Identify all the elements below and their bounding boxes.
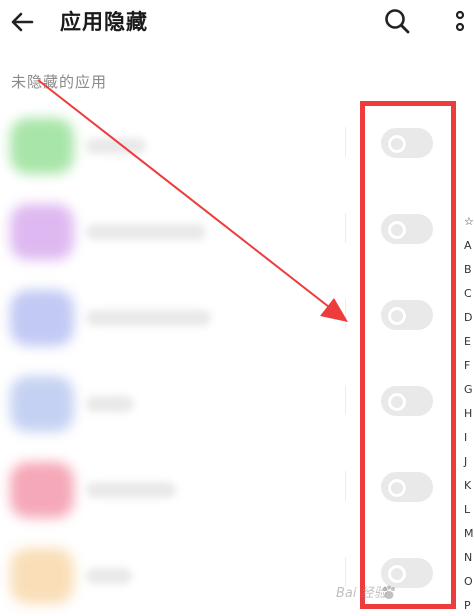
- index-letter[interactable]: G: [464, 383, 474, 397]
- index-letter[interactable]: I: [464, 431, 474, 445]
- index-letter[interactable]: E: [464, 335, 474, 349]
- section-label: 未隐藏的应用: [11, 73, 108, 91]
- hide-app-toggle[interactable]: [381, 214, 433, 244]
- app-row: [0, 444, 462, 530]
- divider: [345, 127, 346, 157]
- divider: [345, 299, 346, 329]
- paw-icon: [383, 585, 395, 599]
- hide-app-toggle[interactable]: [381, 472, 433, 502]
- toggle-knob: [388, 135, 406, 153]
- index-letter[interactable]: D: [464, 311, 474, 325]
- index-letter[interactable]: K: [464, 479, 474, 493]
- toggle-knob: [388, 221, 406, 239]
- index-letter[interactable]: L: [464, 503, 474, 517]
- more-options-button[interactable]: [450, 6, 470, 38]
- index-letter[interactable]: P: [464, 599, 474, 613]
- divider: [345, 471, 346, 501]
- search-icon: [385, 9, 410, 34]
- app-icon: [10, 548, 74, 604]
- hide-app-toggle[interactable]: [381, 300, 433, 330]
- back-button[interactable]: [6, 6, 38, 38]
- index-letter[interactable]: H: [464, 407, 474, 421]
- toggle-knob: [388, 393, 406, 411]
- app-row: [0, 530, 462, 616]
- index-letter[interactable]: A: [464, 239, 474, 253]
- app-name: [86, 568, 132, 584]
- toggle-knob: [388, 565, 406, 583]
- search-button[interactable]: [382, 6, 412, 36]
- index-letter[interactable]: F: [464, 359, 474, 373]
- app-name: [86, 482, 176, 498]
- hide-app-toggle[interactable]: [381, 128, 433, 158]
- app-name: [86, 224, 206, 240]
- toggle-knob: [388, 307, 406, 325]
- divider: [345, 213, 346, 243]
- index-letter[interactable]: O: [464, 575, 474, 589]
- page-title: 应用隐藏: [60, 10, 148, 34]
- divider: [345, 385, 346, 415]
- app-icon: [10, 376, 74, 432]
- app-row: [0, 186, 462, 272]
- app-icon: [10, 462, 74, 518]
- toggle-knob: [388, 479, 406, 497]
- index-letter[interactable]: N: [464, 551, 474, 565]
- app-icon: [10, 118, 74, 174]
- index-letter[interactable]: ☆: [464, 215, 474, 229]
- app-name: [86, 396, 134, 412]
- app-name: [86, 138, 146, 154]
- index-letter[interactable]: M: [464, 527, 474, 541]
- app-icon: [10, 204, 74, 260]
- hide-app-toggle[interactable]: [381, 386, 433, 416]
- app-row: [0, 100, 462, 186]
- index-letter[interactable]: C: [464, 287, 474, 301]
- arrow-left-icon: [11, 12, 34, 32]
- top-bar: 应用隐藏: [0, 0, 474, 44]
- app-name: [86, 310, 211, 326]
- index-letter[interactable]: J: [464, 455, 474, 469]
- more-vertical-icon: [455, 10, 465, 32]
- app-row: [0, 358, 462, 444]
- app-row: [0, 272, 462, 358]
- app-icon: [10, 290, 74, 346]
- index-letter[interactable]: B: [464, 263, 474, 277]
